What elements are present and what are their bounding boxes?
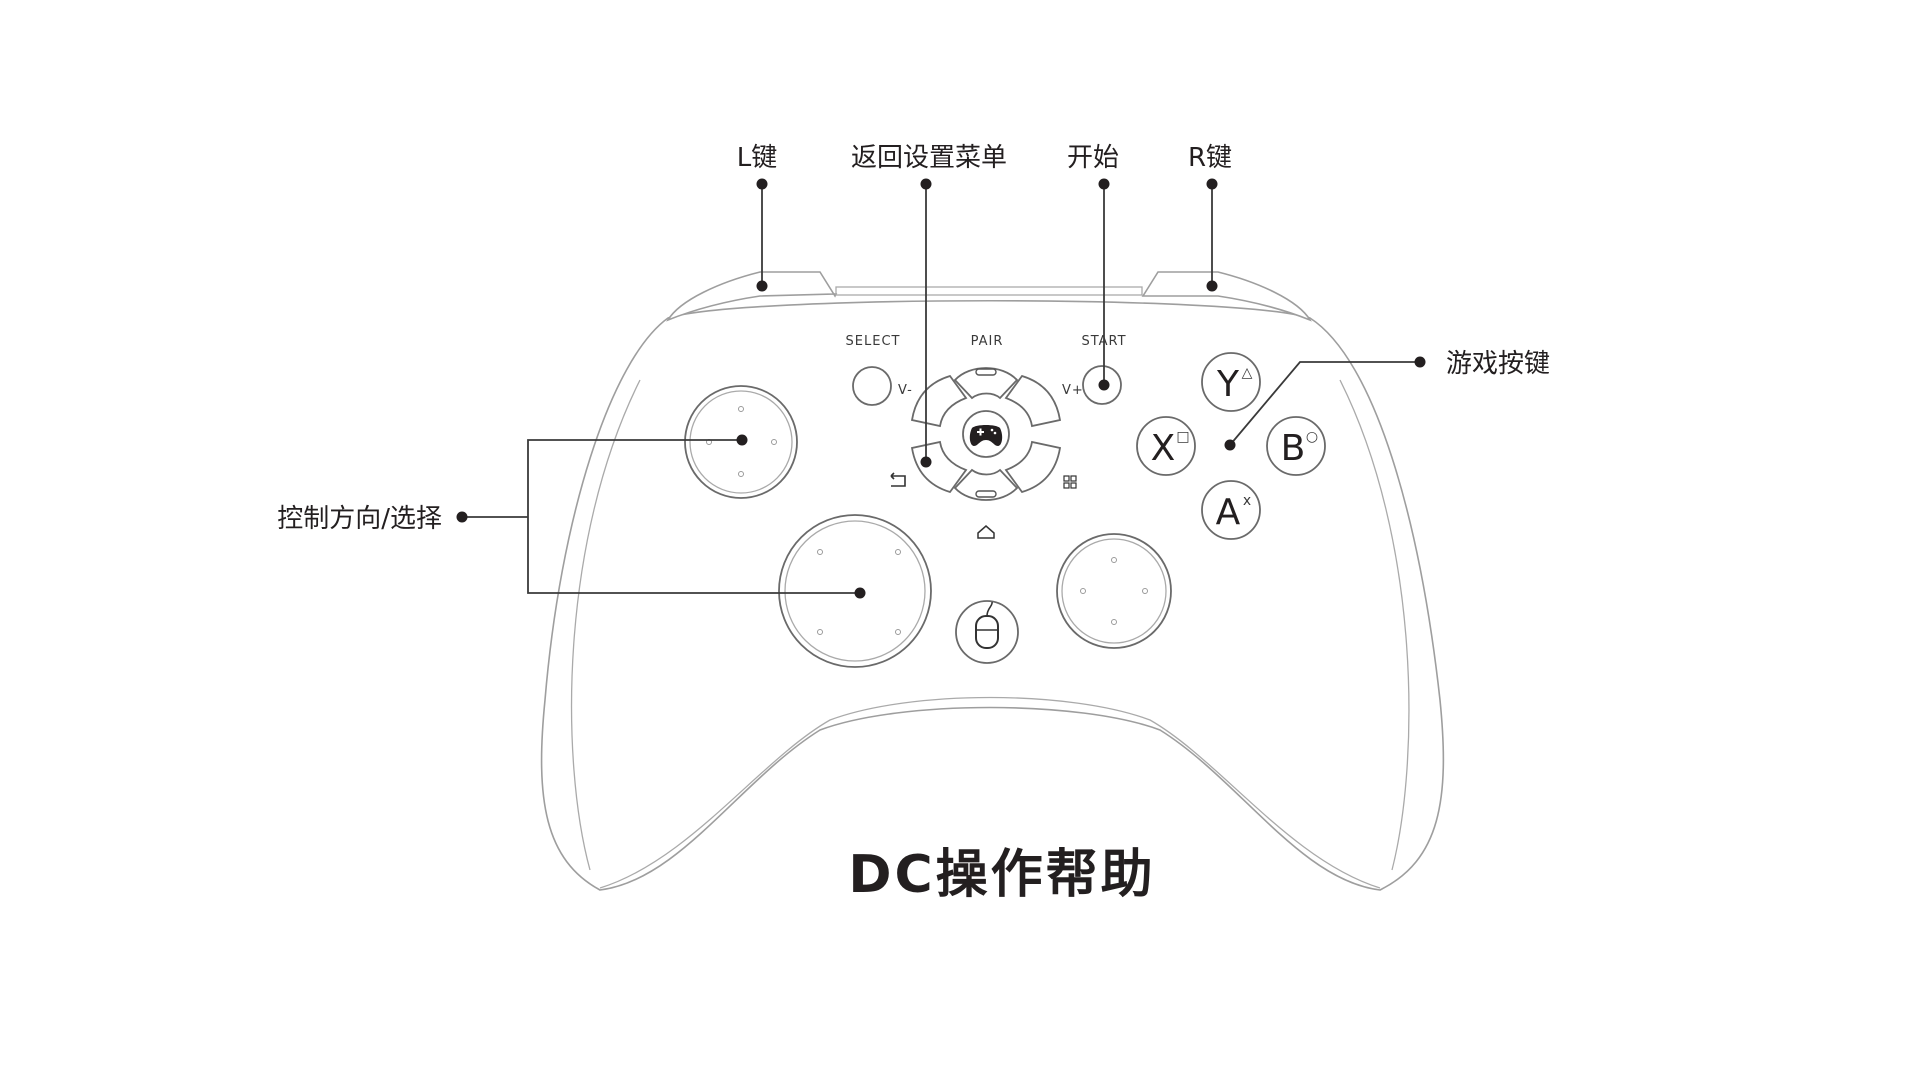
leader-dot bbox=[1098, 379, 1110, 391]
leader-dot bbox=[1414, 356, 1426, 368]
page-title: DC操作帮助 bbox=[848, 845, 1155, 905]
callout-back-menu: 返回设置菜单 bbox=[851, 143, 1007, 173]
leader-dot bbox=[456, 511, 468, 523]
callout-direction-select: 控制方向/选择 bbox=[277, 504, 442, 534]
leader-dot bbox=[736, 434, 748, 446]
controller-diagram: SELECT PAIR START V- V+ Y △ X □ B ○ A x bbox=[277, 143, 1550, 905]
volume-up-label: V+ bbox=[1062, 383, 1084, 398]
callout-r-key: R键 bbox=[1188, 143, 1232, 173]
leader-dot bbox=[920, 178, 932, 190]
leader-dot bbox=[1206, 178, 1218, 190]
y-button[interactable]: Y △ bbox=[1201, 352, 1261, 412]
callout-l-key: L键 bbox=[737, 143, 778, 173]
a-symbol: x bbox=[1243, 493, 1251, 509]
mouse-button[interactable] bbox=[955, 600, 1019, 664]
top-edge bbox=[835, 286, 1143, 296]
x-button[interactable]: X □ bbox=[1136, 416, 1196, 476]
b-button[interactable]: B ○ bbox=[1266, 416, 1326, 476]
volume-down-label: V- bbox=[898, 383, 913, 398]
callout-game-buttons: 游戏按键 bbox=[1446, 349, 1550, 379]
leader-dot bbox=[1224, 439, 1236, 451]
pair-label: PAIR bbox=[971, 334, 1004, 349]
b-letter: B bbox=[1281, 428, 1306, 469]
right-analog-stick[interactable] bbox=[1056, 533, 1172, 649]
leader-dot bbox=[1206, 280, 1218, 292]
leader-dot bbox=[1098, 178, 1110, 190]
x-letter: X bbox=[1151, 428, 1176, 469]
a-button[interactable]: A x bbox=[1201, 480, 1261, 540]
leader-dot bbox=[854, 587, 866, 599]
callout-start: 开始 bbox=[1067, 143, 1119, 173]
a-letter: A bbox=[1216, 492, 1241, 533]
select-label: SELECT bbox=[846, 334, 901, 349]
x-symbol: □ bbox=[1176, 429, 1189, 445]
leader-dot bbox=[756, 178, 768, 190]
y-letter: Y bbox=[1216, 364, 1240, 405]
leader-dot bbox=[756, 280, 768, 292]
b-symbol: ○ bbox=[1306, 429, 1318, 445]
select-button[interactable] bbox=[852, 366, 892, 406]
y-symbol: △ bbox=[1242, 365, 1253, 381]
leader-dot bbox=[920, 456, 932, 468]
